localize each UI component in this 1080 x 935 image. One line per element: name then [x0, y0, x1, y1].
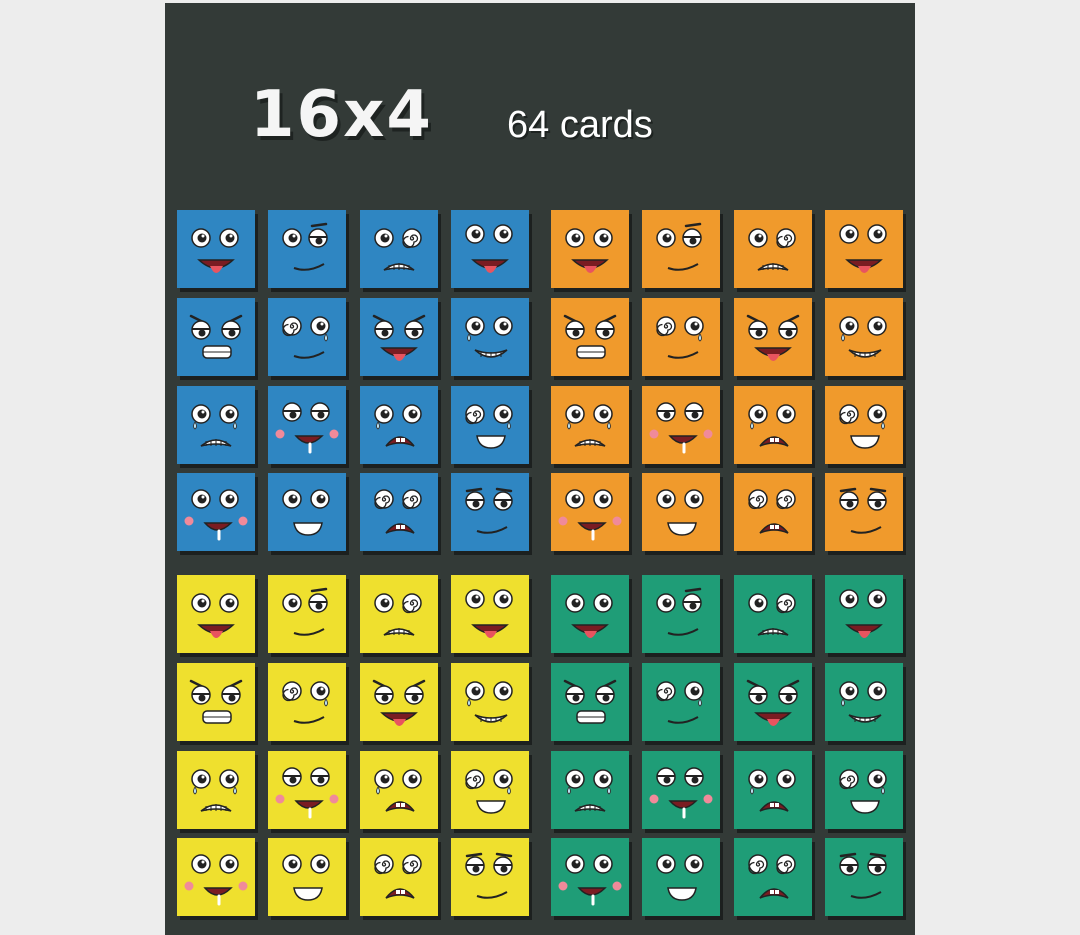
green-card-sad-open-face: [734, 751, 815, 833]
green-card-tired-smile-face: [825, 838, 906, 920]
blue-card-drool-blush-face: [268, 386, 349, 468]
orange-card-dizzy-open-face: [734, 473, 815, 555]
orange-card-smirk-face: [642, 210, 723, 292]
green-card-grimace-face: [734, 575, 815, 657]
orange-card-angry-tongue-face: [734, 298, 815, 380]
orange-card-tear-grin-face: [825, 298, 906, 380]
orange-card-dizzy-tear-face: [642, 298, 723, 380]
orange-card-grimace-face: [734, 210, 815, 292]
yellow-card-tongue-worried-face: [451, 575, 532, 657]
blue-card-grimace-face: [360, 210, 441, 292]
green-card-angry-tongue-face: [734, 663, 815, 745]
green-card-smirk-face: [642, 575, 723, 657]
green-card-tear-grin-face: [825, 663, 906, 745]
blue-card-blush-drool-face: [177, 473, 258, 555]
orange-card-tongue-face: [551, 210, 632, 292]
blue-card-tongue-worried-face: [451, 210, 532, 292]
blue-card-tear-grimace-face: [177, 386, 258, 468]
blue-card-dizzy-open-face: [360, 473, 441, 555]
orange-card-tongue-worried-face: [825, 210, 906, 292]
green-card-tongue-face: [551, 575, 632, 657]
blue-card-tear-grin-face: [451, 298, 532, 380]
yellow-card-drool-blush-face: [268, 751, 349, 833]
blue-card-sad-open-face: [360, 386, 441, 468]
blue-card-dizzy-grin-face: [451, 386, 532, 468]
yellow-card-angry-teeth-face: [177, 663, 258, 745]
green-card-tear-grimace-face: [551, 751, 632, 833]
blue-card-grin-face: [268, 473, 349, 555]
yellow-card-dizzy-grin-face: [451, 751, 532, 833]
blue-card-smirk-face: [268, 210, 349, 292]
blue-card-angry-tongue-face: [360, 298, 441, 380]
yellow-card-tear-grimace-face: [177, 751, 258, 833]
green-card-drool-blush-face: [642, 751, 723, 833]
orange-card-blush-drool-face: [551, 473, 632, 555]
blue-card-dizzy-tear-face: [268, 298, 349, 380]
blue-card-tongue-face: [177, 210, 258, 292]
yellow-card-blush-drool-face: [177, 838, 258, 920]
yellow-card-sad-open-face: [360, 751, 441, 833]
green-card-blush-drool-face: [551, 838, 632, 920]
green-card-dizzy-tear-face: [642, 663, 723, 745]
orange-card-tired-smile-face: [825, 473, 906, 555]
green-card-tongue-worried-face: [825, 575, 906, 657]
orange-card-drool-blush-face: [642, 386, 723, 468]
yellow-card-grimace-face: [360, 575, 441, 657]
yellow-card-dizzy-tear-face: [268, 663, 349, 745]
yellow-card-dizzy-open-face: [360, 838, 441, 920]
blue-card-tired-smile-face: [451, 473, 532, 555]
card-grid: [0, 0, 1080, 935]
green-card-dizzy-open-face: [734, 838, 815, 920]
blue-card-angry-teeth-face: [177, 298, 258, 380]
green-card-angry-teeth-face: [551, 663, 632, 745]
orange-card-dizzy-grin-face: [825, 386, 906, 468]
yellow-card-tired-smile-face: [451, 838, 532, 920]
yellow-card-grin-face: [268, 838, 349, 920]
green-card-dizzy-grin-face: [825, 751, 906, 833]
yellow-card-tongue-face: [177, 575, 258, 657]
green-card-grin-face: [642, 838, 723, 920]
yellow-card-tear-grin-face: [451, 663, 532, 745]
yellow-card-smirk-face: [268, 575, 349, 657]
orange-card-tear-grimace-face: [551, 386, 632, 468]
orange-card-angry-teeth-face: [551, 298, 632, 380]
orange-card-sad-open-face: [734, 386, 815, 468]
yellow-card-angry-tongue-face: [360, 663, 441, 745]
orange-card-grin-face: [642, 473, 723, 555]
